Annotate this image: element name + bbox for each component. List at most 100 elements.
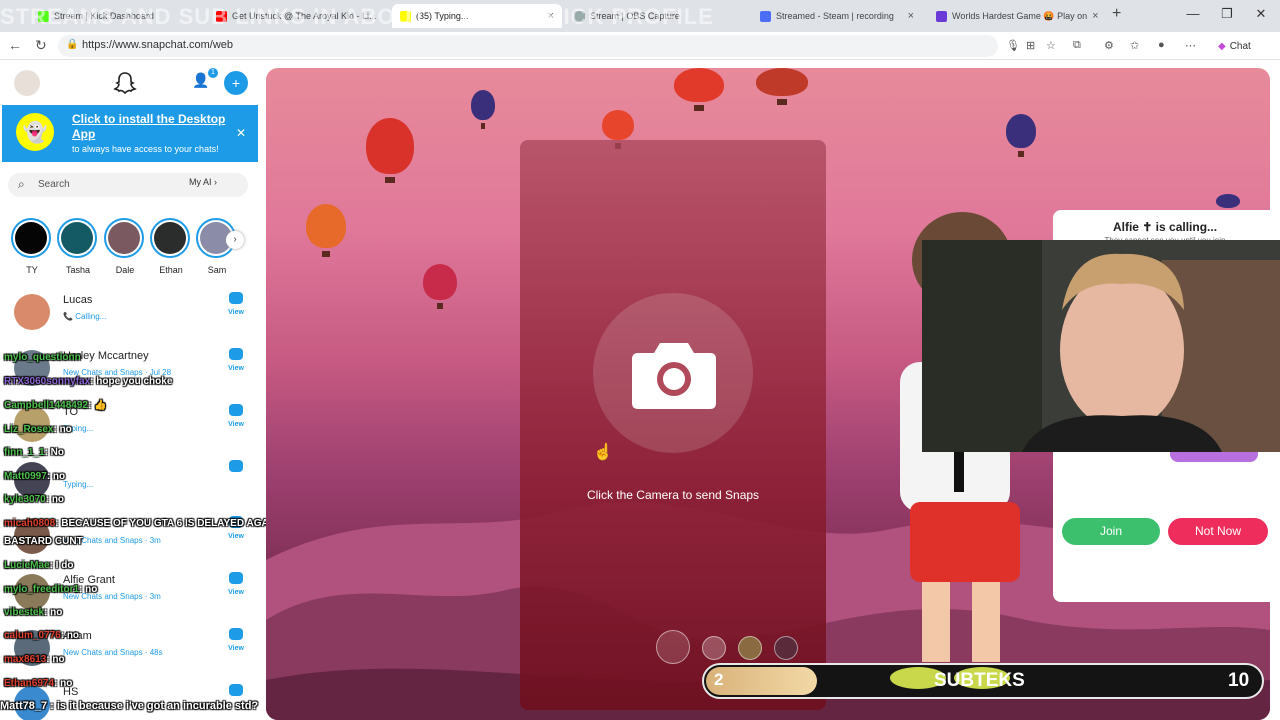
view-button[interactable] [226, 684, 246, 696]
story-item[interactable]: Dale [104, 218, 146, 275]
chat-bubble-icon [229, 292, 243, 304]
story-item[interactable]: Ethan [150, 218, 192, 275]
chat-bubble-icon [229, 460, 243, 472]
story-name: Dale [115, 265, 135, 275]
chat-text: : I do [49, 560, 74, 571]
my-ai-button[interactable]: My AI › [189, 177, 217, 187]
not-now-button[interactable]: Not Now [1168, 518, 1268, 545]
chevron-right-icon[interactable]: › [226, 231, 244, 249]
view-button[interactable]: View [226, 404, 246, 428]
close-window-button[interactable]: ✕ [1246, 6, 1276, 22]
overlay-chat-message: mylo_questionn [4, 352, 81, 363]
overlay-chat-message: RTX3060sonnyfax: hope you choke [4, 376, 172, 387]
chat-text: : no [44, 607, 63, 618]
chat-bubble-icon [229, 572, 243, 584]
chat-text: : no [46, 654, 65, 665]
overlay-chat-message: Matt78_7 : is it because i've got an inc… [0, 700, 259, 712]
tab-favicon [936, 10, 947, 22]
chat-username: vibestek [4, 607, 45, 618]
overlay-chat-message: max8613: no [4, 654, 65, 665]
story-item[interactable]: Tasha [57, 218, 99, 275]
chat-text: : 👍 [87, 400, 107, 411]
view-button[interactable]: View [226, 572, 246, 596]
chat-name: Lucas [63, 294, 93, 306]
chat-username: finn_1_1 [4, 447, 45, 458]
view-button[interactable]: View [226, 348, 246, 372]
lock-icon: 🔒 [66, 39, 79, 50]
snapchat-ghost-icon[interactable] [112, 70, 138, 96]
install-desktop-banner[interactable]: 👻 Click to install the Desktop App to al… [2, 105, 258, 162]
microphone-icon[interactable]: 🎙 [1006, 39, 1020, 52]
chat-status: Typing... [63, 480, 94, 489]
maximize-button[interactable]: ❐ [1212, 6, 1242, 22]
tab-favicon [574, 10, 585, 22]
overlay-chat-message: vibestek: no [4, 607, 62, 618]
call-title: Alfie ✝ is calling... [1112, 220, 1218, 234]
story-avatar [104, 218, 144, 258]
overlay-chat-message: Campbell1448492: 👍 [4, 400, 107, 411]
browser-tab[interactable]: Stream | Kick Dashboard [30, 4, 200, 28]
lens-selector[interactable] [738, 636, 762, 660]
join-call-button[interactable]: Join [1062, 518, 1160, 545]
call-accent-bar [1170, 452, 1258, 462]
url-field[interactable]: 🔒 https://www.snapchat.com/web [58, 35, 998, 57]
close-icon[interactable]: × [1092, 10, 1098, 22]
view-button[interactable] [226, 460, 246, 477]
chat-sidebar: 👤 1 + 👻 Click to install the Desktop App… [0, 60, 262, 720]
chat-username: LucieMae [4, 560, 50, 571]
chat-bubble-icon [229, 348, 243, 360]
new-tab-button[interactable]: + [1112, 5, 1121, 23]
sub-goal-target: 10 [1228, 670, 1250, 691]
browser-tab[interactable]: Get Unstuck @ The Aroyal Kid - Li... [208, 4, 388, 28]
overlay-chat-message: LucieMae: I do [4, 560, 73, 571]
overlay-chat-message: mylo_freeditor1: no [4, 584, 97, 595]
view-button[interactable]: View [226, 628, 246, 652]
new-chat-button[interactable]: + [224, 71, 248, 95]
more-icon[interactable]: ⋯ [1185, 39, 1196, 52]
view-label: View [228, 309, 244, 316]
copilot-chat-button[interactable]: ◆ Chat [1210, 36, 1259, 56]
browser-tab-active[interactable]: (35) Typing... × [392, 4, 562, 28]
close-icon[interactable]: ✕ [236, 126, 246, 140]
profile-icon[interactable]: ● [1158, 39, 1165, 51]
tab-title: (35) Typing... [416, 11, 469, 21]
story-avatar [11, 218, 51, 258]
copilot-chat-label: Chat [1229, 40, 1251, 52]
lens-selector[interactable] [774, 636, 798, 660]
overlay-chat-message: Ethan6974: no [4, 678, 72, 689]
my-ai-label: My AI [189, 177, 212, 187]
view-label: View [228, 365, 244, 372]
story-avatar [57, 218, 97, 258]
extensions-icon[interactable]: ⊞ [1026, 39, 1035, 52]
reload-icon[interactable]: ↻ [35, 37, 47, 54]
camera-card[interactable]: Click the Camera to send Snaps [520, 140, 826, 710]
view-label: View [228, 533, 244, 540]
profile-avatar[interactable] [14, 70, 40, 96]
browser-tab[interactable]: Streamed - Steam | recording × [752, 4, 922, 28]
story-name: TY [26, 265, 38, 275]
chat-row[interactable]: Lucas 📞 Calling... View [0, 288, 262, 344]
story-item[interactable]: TY [11, 218, 53, 275]
overlay-chat-message: BASTARD CUNT [4, 536, 83, 547]
browser-tab[interactable]: Worlds Hardest Game 🤬 Play on × [928, 4, 1106, 28]
url-text: https://www.snapchat.com/web [82, 39, 234, 51]
settings-icon[interactable]: ⚙ [1104, 39, 1114, 52]
minimize-button[interactable]: — [1178, 6, 1208, 21]
close-icon[interactable]: × [908, 10, 914, 22]
close-icon[interactable]: × [548, 10, 554, 22]
lens-selector[interactable] [702, 636, 726, 660]
chat-text: : no [60, 630, 80, 641]
puzzle-icon[interactable]: ⧉ [1073, 39, 1081, 52]
view-label: View [228, 645, 244, 652]
lens-selector[interactable] [656, 630, 690, 664]
camera-icon[interactable] [630, 333, 718, 413]
star-icon[interactable]: ☆ [1046, 39, 1056, 52]
back-icon[interactable]: ← [8, 37, 22, 53]
view-button[interactable]: View [226, 292, 246, 316]
view-label: View [228, 421, 244, 428]
browser-tab[interactable]: Stream | OBS Capture [566, 4, 746, 28]
banner-title[interactable]: Click to install the Desktop App [72, 112, 232, 142]
snapchat-logo-icon: 👻 [16, 113, 54, 151]
favorites-icon[interactable]: ✩ [1130, 39, 1139, 52]
tab-title: Worlds Hardest Game 🤬 Play on [952, 10, 1088, 21]
